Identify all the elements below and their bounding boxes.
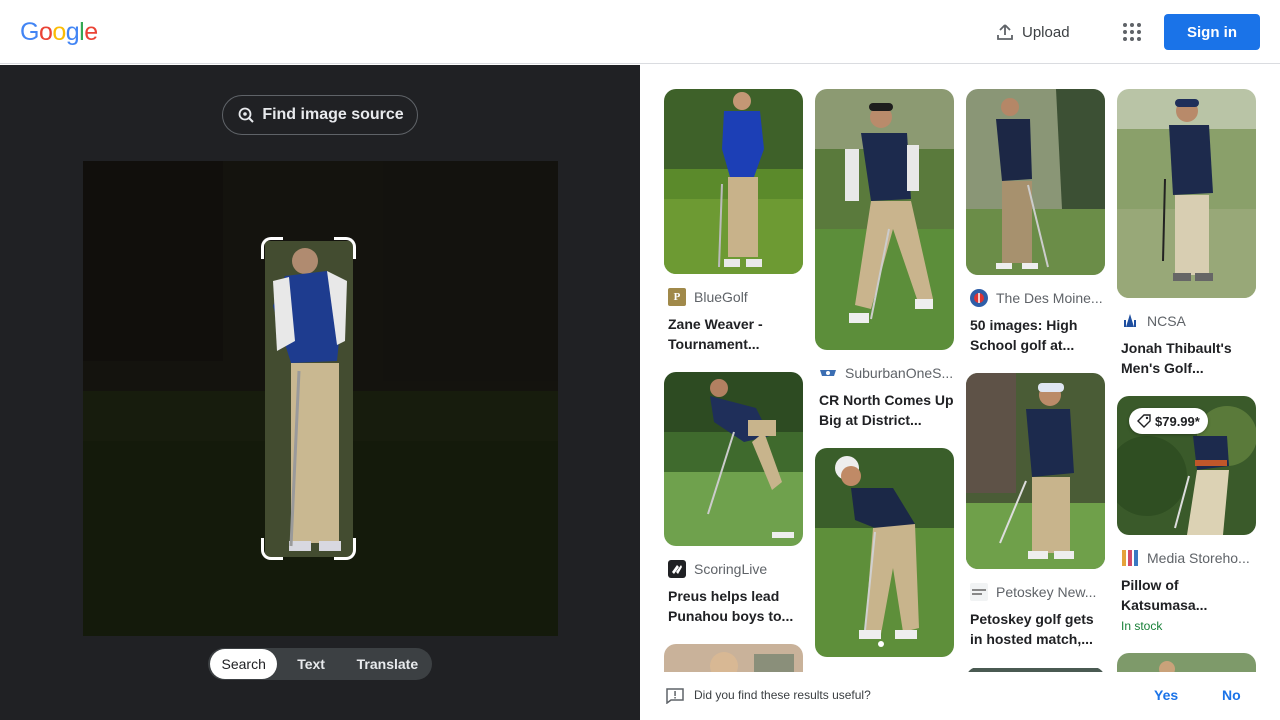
petoskey-favicon [970, 583, 988, 601]
price-value: $79.99* [1155, 413, 1200, 429]
feedback-yes-button[interactable]: Yes [1154, 687, 1178, 703]
crop-handle-top-right[interactable] [334, 237, 356, 259]
des-moines-favicon [970, 289, 988, 307]
result-thumbnail[interactable] [1117, 653, 1256, 672]
result-source-name: Petoskey New... [996, 584, 1097, 600]
result-thumbnail[interactable]: $79.99* [1117, 396, 1256, 535]
crop-handle-bottom-right[interactable] [334, 538, 356, 560]
upload-label: Upload [1022, 23, 1070, 41]
result-title[interactable]: 50 images: High School golf at... [966, 315, 1105, 355]
feedback-question: Did you find these results useful? [694, 688, 871, 702]
result-card[interactable]: $79.99* Media Storeho... Pillow of Katsu… [1117, 396, 1256, 633]
result-title[interactable]: Zane Weaver - Tournament... [664, 314, 803, 354]
result-title[interactable]: CR North Comes Up Big at District... [815, 390, 954, 430]
query-pane: Find image source Search Text Translate [0, 65, 640, 720]
result-title[interactable]: Jonah Thibault's Men's Golf... [1117, 338, 1256, 378]
results-grid: P BlueGolf Zane Weaver - Tournament... S… [640, 65, 1280, 672]
price-tag-icon [1137, 414, 1151, 428]
find-image-source-label: Find image source [262, 106, 404, 123]
result-thumbnail[interactable] [664, 89, 803, 274]
result-source-name: NCSA [1147, 313, 1186, 329]
crop-handle-top-left[interactable] [261, 237, 283, 259]
crop-handle-bottom-left[interactable] [261, 538, 283, 560]
mode-translate-tab[interactable]: Translate [345, 649, 430, 679]
mode-switcher: Search Text Translate [208, 648, 432, 680]
result-source[interactable]: Petoskey New... [966, 583, 1105, 601]
result-source[interactable]: NCSA [1117, 312, 1256, 330]
stock-status: In stock [1121, 619, 1163, 633]
media-storehouse-favicon [1121, 549, 1139, 567]
suburbanone-favicon [819, 364, 837, 382]
scoringlive-favicon [668, 560, 686, 578]
result-thumbnail[interactable] [815, 89, 954, 350]
result-source-name: The Des Moine... [996, 290, 1103, 306]
top-bar: Google Upload Sign in [0, 0, 1280, 64]
upload-icon [997, 24, 1013, 40]
result-title[interactable]: Petoskey golf gets in hosted match,... [966, 609, 1105, 649]
result-card[interactable]: P BlueGolf Zane Weaver - Tournament... [664, 89, 803, 354]
google-logo[interactable]: Google [20, 18, 98, 47]
result-title[interactable]: Pillow of Katsumasa... [1117, 575, 1256, 615]
result-source[interactable]: ScoringLive [664, 560, 803, 578]
result-card[interactable] [664, 644, 803, 672]
result-thumbnail[interactable] [966, 89, 1105, 275]
result-thumbnail[interactable] [1117, 89, 1256, 298]
result-source-name: BlueGolf [694, 289, 748, 305]
result-thumbnail[interactable] [664, 644, 803, 672]
result-card[interactable]: The Des Moine... 50 images: High School … [966, 89, 1105, 355]
price-tag[interactable]: $79.99* [1129, 408, 1208, 434]
result-card[interactable] [1117, 653, 1256, 672]
result-thumbnail[interactable] [664, 372, 803, 546]
result-card[interactable] [815, 448, 954, 657]
result-source-name: SuburbanOneS... [845, 365, 954, 381]
lens-search-icon [238, 107, 255, 123]
bluegolf-favicon: P [668, 288, 686, 306]
upload-button[interactable]: Upload [986, 16, 1080, 48]
mode-search-tab[interactable]: Search [210, 649, 278, 679]
result-card[interactable]: ScoringLive Preus helps lead Punahou boy… [664, 372, 803, 626]
sign-in-button[interactable]: Sign in [1164, 14, 1260, 50]
feedback-bar: Did you find these results useful? Yes N… [640, 672, 1280, 720]
apps-grid-icon[interactable] [1116, 16, 1148, 48]
result-source[interactable]: P BlueGolf [664, 288, 803, 306]
result-source[interactable]: The Des Moine... [966, 289, 1105, 307]
result-card[interactable]: NCSA Jonah Thibault's Men's Golf... [1117, 89, 1256, 378]
result-card[interactable]: SuburbanOneS... CR North Comes Up Big at… [815, 89, 954, 430]
feedback-no-button[interactable]: No [1222, 687, 1241, 703]
result-source-name: Media Storeho... [1147, 550, 1250, 566]
find-image-source-button[interactable]: Find image source [222, 95, 418, 135]
result-source[interactable]: Media Storeho... [1117, 549, 1256, 567]
query-image[interactable] [83, 161, 558, 636]
result-card[interactable]: Petoskey New... Petoskey golf gets in ho… [966, 373, 1105, 649]
result-thumbnail[interactable] [815, 448, 954, 657]
result-title[interactable]: Preus helps lead Punahou boys to... [664, 586, 803, 626]
result-thumbnail[interactable] [966, 373, 1105, 569]
crop-selection[interactable] [265, 241, 353, 557]
mode-text-tab[interactable]: Text [277, 649, 344, 679]
feedback-icon [666, 688, 684, 704]
ncsa-favicon [1121, 312, 1139, 330]
result-source[interactable]: SuburbanOneS... [815, 364, 954, 382]
result-source-name: ScoringLive [694, 561, 768, 577]
